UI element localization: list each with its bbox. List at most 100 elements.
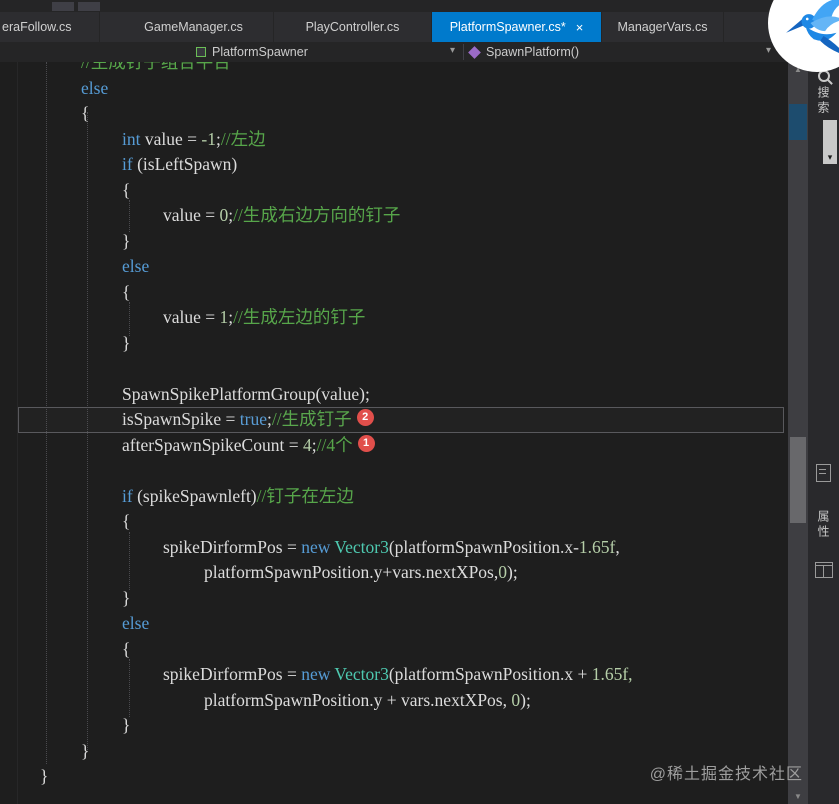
- chevron-down-icon[interactable]: ▾: [450, 45, 455, 56]
- code-token: afterSpawnSpikeCount =: [122, 434, 303, 455]
- code-token: }: [81, 740, 90, 761]
- annotation-badge: 1: [357, 434, 375, 452]
- code-line: isSpawnSpike = true;//生成钉子 2: [0, 407, 788, 433]
- code-token: new: [301, 664, 335, 684]
- code-token: 1.65f,: [591, 664, 633, 684]
- scrollbar-thumb[interactable]: [790, 437, 806, 523]
- class-icon: [196, 47, 206, 57]
- code-line: }: [0, 586, 788, 612]
- code-token: //左边: [220, 128, 266, 149]
- code-token: 1: [219, 307, 229, 327]
- code-line: }: [0, 229, 788, 255]
- code-token: ;: [267, 409, 272, 429]
- tab-camerafollow[interactable]: eraFollow.cs: [0, 12, 100, 42]
- watermark-text: @稀土掘金技术社区: [649, 766, 803, 783]
- code-line: {: [0, 637, 788, 663]
- code-token: (platformSpawnPosition.x-: [388, 536, 579, 557]
- annotation-badge: 2: [356, 409, 374, 426]
- code-line: }: [0, 331, 788, 357]
- scroll-down-icon[interactable]: ▼: [788, 792, 808, 801]
- code-line: else: [0, 254, 788, 280]
- code-token: {: [122, 179, 131, 200]
- tab-label: ManagerVars.cs: [617, 20, 708, 34]
- chevron-down-icon[interactable]: ▾: [766, 45, 771, 56]
- code-token: {: [122, 511, 131, 531]
- search-panel-tab[interactable]: 搜索: [808, 70, 839, 116]
- code-line: int value = -1;//左边: [0, 127, 788, 153]
- code-token: 0: [498, 562, 507, 582]
- class-dropdown[interactable]: PlatformSpawner: [196, 42, 308, 62]
- code-token: int: [122, 128, 145, 149]
- bird-logo-icon: [786, 0, 839, 53]
- code-token: value =: [163, 307, 220, 327]
- code-token: //4个: [316, 434, 353, 455]
- scrollbar-caret-marker: [789, 104, 807, 140]
- code-line: {: [0, 509, 788, 535]
- window-layout-icon[interactable]: [815, 562, 833, 578]
- document-tab-bar: eraFollow.cs GameManager.cs PlayControll…: [0, 12, 839, 42]
- tab-gamemanager[interactable]: GameManager.cs: [114, 12, 274, 42]
- code-token: (spikeSpawnleft): [137, 485, 257, 506]
- tab-managervars[interactable]: ManagerVars.cs: [602, 12, 724, 42]
- code-token: new: [301, 536, 335, 557]
- document-outline-icon[interactable]: [816, 464, 831, 482]
- tab-close-icon[interactable]: ×: [576, 20, 584, 35]
- code-token: }: [40, 766, 49, 786]
- method-dropdown-label: SpawnPlatform(): [486, 45, 580, 59]
- titlebar-fragment: [0, 0, 839, 12]
- titlebar-fragment-box: [52, 2, 74, 11]
- vertical-scrollbar[interactable]: ▲ ▼: [788, 62, 808, 804]
- code-token: isSpawnSpike =: [122, 409, 240, 429]
- properties-panel-tab[interactable]: 属性: [808, 510, 839, 540]
- right-panel-rail: 搜索 ▾ 属性: [808, 62, 839, 804]
- code-token: 1.65f: [578, 536, 616, 557]
- code-token: Vector3: [334, 664, 389, 684]
- tab-platformspawner-active[interactable]: PlatformSpawner.cs* ×: [432, 12, 602, 42]
- code-token: ,: [615, 536, 620, 557]
- code-token: -1: [201, 128, 216, 149]
- code-line: platformSpawnPosition.y+vars.nextXPos,0)…: [0, 560, 788, 586]
- code-token: value =: [144, 128, 202, 149]
- search-panel-label: 搜索: [816, 86, 830, 116]
- code-token: platformSpawnPosition.y + vars.nextXPos,: [204, 689, 512, 710]
- code-line: else: [0, 76, 788, 102]
- code-token: //钉子在左边: [256, 485, 354, 506]
- code-token: );: [507, 562, 518, 582]
- code-token: //生成钉子: [271, 409, 352, 429]
- method-dropdown[interactable]: SpawnPlatform(): [468, 42, 580, 62]
- code-line: value = 0;//生成右边方向的钉子: [0, 203, 788, 229]
- code-token: platformSpawnPosition.y+vars.nextXPos,: [204, 562, 499, 582]
- code-token: }: [122, 715, 131, 735]
- panel-dropdown-button[interactable]: ▾: [823, 120, 837, 164]
- code-token: }: [122, 230, 131, 251]
- tab-label: GameManager.cs: [144, 20, 243, 34]
- code-line: else: [0, 611, 788, 637]
- code-line: {: [0, 178, 788, 204]
- code-token: {: [81, 103, 90, 123]
- code-line: {: [0, 101, 788, 127]
- chevron-down-icon: ▾: [827, 152, 833, 162]
- code-token: );: [520, 689, 531, 710]
- code-editor[interactable]: //生成钉子组合平台 else{int value = -1;//左边 if (is…: [0, 62, 788, 804]
- code-line: spikeDirformPos = new Vector3(platformSp…: [0, 535, 788, 561]
- ide-window: eraFollow.cs GameManager.cs PlayControll…: [0, 0, 839, 804]
- navigation-bar: PlatformSpawner ▾ SpawnPlatform() ▾: [0, 42, 788, 62]
- code-token: if: [122, 154, 138, 174]
- tab-playcontroller[interactable]: PlayController.cs: [274, 12, 432, 42]
- code-line: platformSpawnPosition.y + vars.nextXPos,…: [0, 688, 788, 714]
- code-token: SpawnSpikePlatformGroup(value);: [122, 383, 370, 404]
- code-line: //生成钉子组合平台: [0, 62, 788, 76]
- class-dropdown-label: PlatformSpawner: [212, 45, 308, 59]
- tab-label: eraFollow.cs: [2, 20, 72, 34]
- code-token: if: [122, 485, 138, 506]
- breadcrumb-divider: [463, 44, 464, 60]
- properties-panel-label: 属性: [816, 510, 830, 540]
- code-token: {: [122, 281, 131, 302]
- code-line: afterSpawnSpikeCount = 4;//4个 1: [0, 433, 788, 459]
- code-token: Vector3: [334, 536, 389, 557]
- code-line: value = 1;//生成左边的钉子: [0, 305, 788, 331]
- method-icon: [468, 45, 481, 59]
- code-lines: //生成钉子组合平台 else{int value = -1;//左边 if (is…: [0, 62, 788, 790]
